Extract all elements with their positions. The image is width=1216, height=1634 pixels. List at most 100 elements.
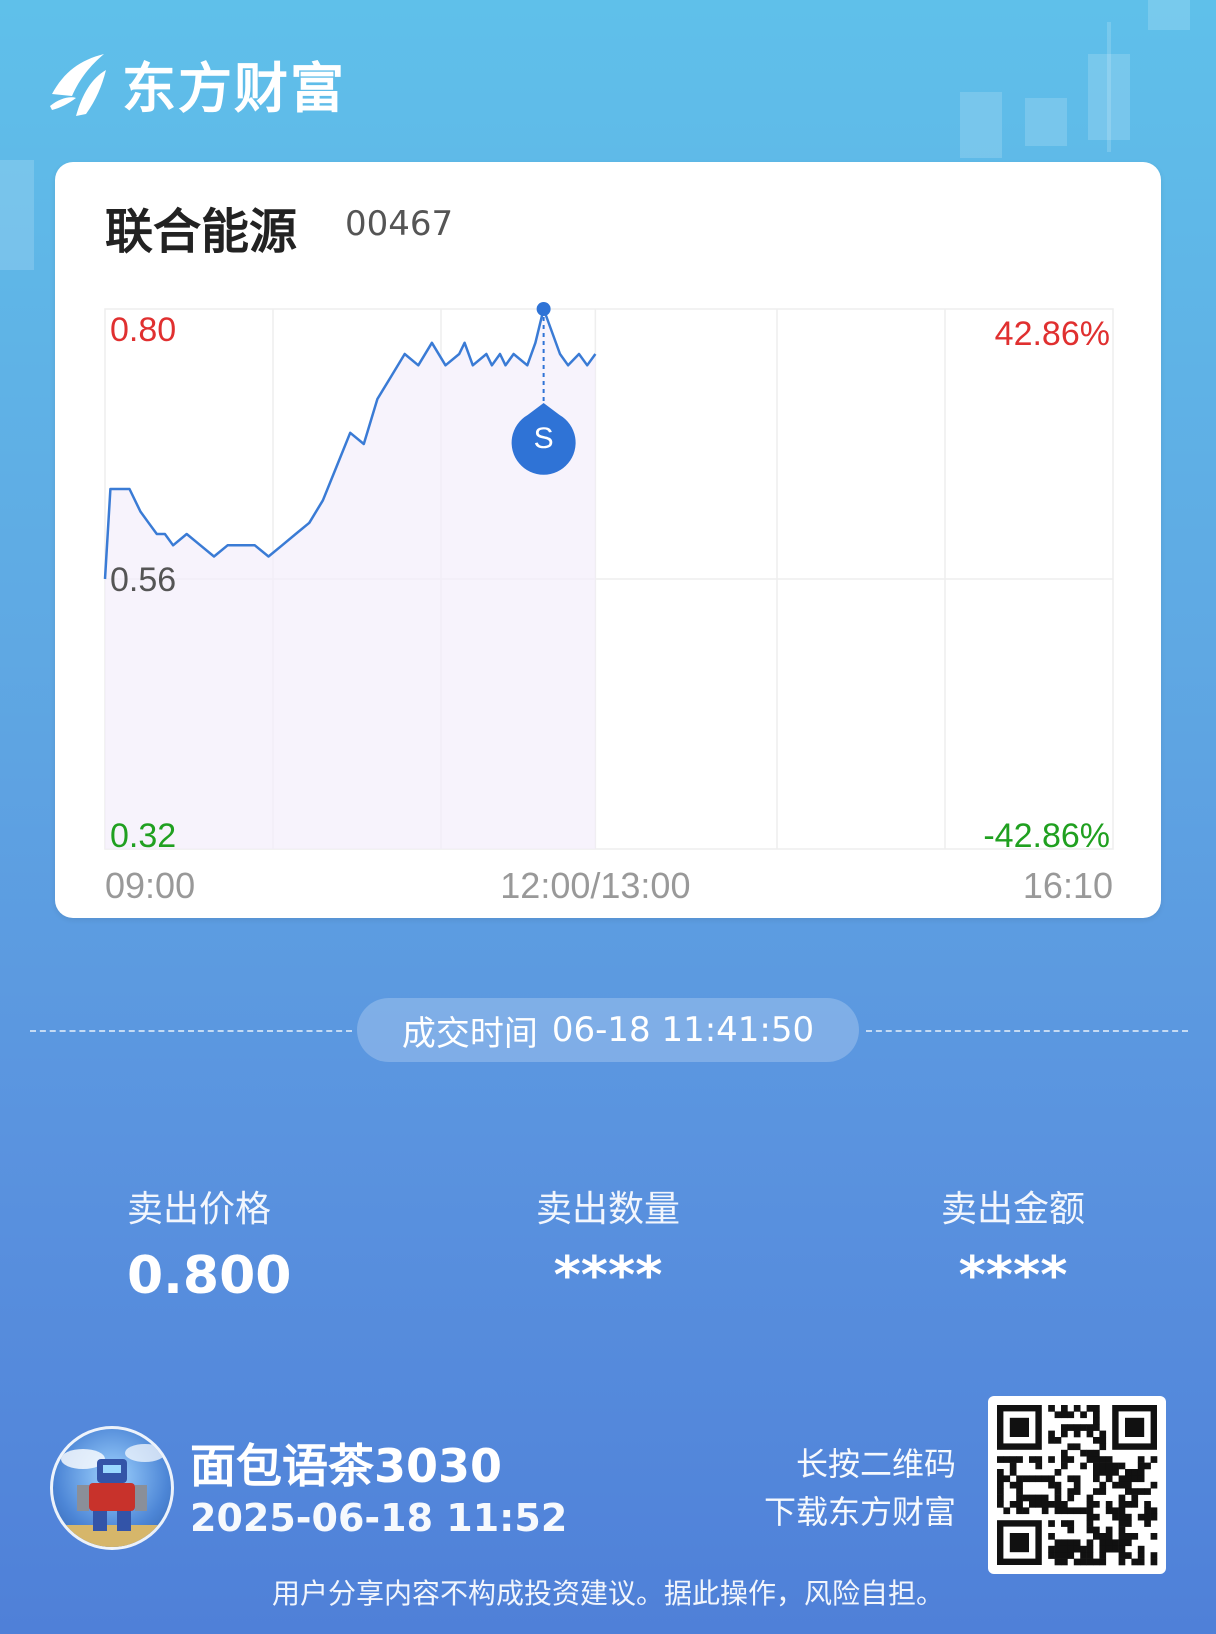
qr-module	[1125, 1539, 1132, 1547]
qr-module	[1125, 1501, 1132, 1508]
qr-module	[1054, 1437, 1062, 1444]
qr-module	[1125, 1469, 1132, 1476]
brand-icon	[50, 53, 106, 116]
qr-module	[1144, 1513, 1151, 1521]
qr-module	[1003, 1475, 1011, 1483]
qr-module	[1009, 1469, 1017, 1476]
qr-module	[1061, 1411, 1068, 1419]
qr-module	[1118, 1475, 1126, 1483]
qr-module	[1054, 1481, 1062, 1489]
qr-module	[1144, 1520, 1151, 1527]
qr-module	[1093, 1501, 1100, 1508]
brand-name: 东方财富	[122, 57, 346, 120]
qr-module	[997, 1475, 1004, 1483]
qr-module	[997, 1494, 1004, 1502]
qr-module	[1067, 1456, 1075, 1463]
qr-module	[1061, 1501, 1068, 1508]
qr-module	[1093, 1475, 1100, 1483]
qr-module	[1150, 1533, 1158, 1540]
qr-module	[1086, 1494, 1094, 1502]
metric-value: 0.800	[127, 1246, 292, 1306]
qr-module	[1067, 1520, 1075, 1527]
qr-module	[1061, 1539, 1068, 1547]
qr-module	[1029, 1475, 1036, 1483]
qr-module	[1061, 1430, 1068, 1438]
metric-sell-quantity: 卖出数量 ****	[448, 1180, 768, 1306]
qr-module	[1048, 1545, 1055, 1553]
qr-module	[1022, 1507, 1030, 1515]
qr-module	[1035, 1456, 1043, 1463]
qr-module	[1125, 1513, 1132, 1521]
qr-module	[1137, 1558, 1145, 1566]
y-tick-label: 0.56	[110, 561, 176, 599]
qr-module	[1086, 1513, 1094, 1521]
qr-module	[1118, 1481, 1126, 1489]
qr-module	[997, 1469, 1004, 1476]
qr-module	[1061, 1449, 1068, 1457]
qr-module	[1067, 1507, 1075, 1515]
qr-module	[1137, 1462, 1145, 1470]
qr-module	[1093, 1533, 1100, 1540]
qr-module	[1131, 1501, 1139, 1508]
qr-module	[1131, 1469, 1139, 1476]
qr-code[interactable]	[988, 1396, 1166, 1574]
qr-module	[1054, 1507, 1062, 1515]
qr-module	[1041, 1494, 1049, 1502]
metric-label: 卖出数量	[535, 1189, 680, 1230]
qr-module	[1137, 1552, 1145, 1559]
qr-module	[1150, 1552, 1158, 1559]
x-tick-label: 12:00/13:00	[500, 865, 690, 906]
qr-module	[1105, 1545, 1113, 1553]
qr-module	[1105, 1456, 1113, 1463]
qr-module	[1067, 1411, 1075, 1419]
qr-module	[997, 1501, 1004, 1508]
y-tick-label-right: 42.86%	[995, 315, 1110, 353]
qr-module	[1029, 1456, 1036, 1463]
stock-chart-card: 联合能源 00467 S 0.80 0.56 0.32 42.86% -42.86% 09:…	[55, 162, 1161, 918]
qr-module	[1067, 1424, 1075, 1431]
qr-module	[1137, 1475, 1145, 1483]
qr-module	[1118, 1462, 1126, 1470]
qr-module	[1118, 1494, 1126, 1502]
qr-module	[1125, 1552, 1132, 1559]
qr-module	[1112, 1481, 1119, 1489]
qr-module	[1067, 1488, 1075, 1495]
qr-module	[1054, 1411, 1062, 1419]
qr-module	[1125, 1520, 1132, 1527]
qr-module	[1112, 1545, 1119, 1553]
y-tick-label: 0.80	[110, 311, 176, 349]
qr-module	[1009, 1501, 1017, 1508]
divider-left	[30, 1030, 352, 1032]
qr-module	[1061, 1456, 1068, 1463]
qr-module	[1099, 1488, 1107, 1495]
disclaimer: 用户分享内容不构成投资建议。据此操作，风险自担。	[271, 1577, 944, 1610]
qr-module	[1086, 1449, 1094, 1457]
qr-module	[1073, 1424, 1081, 1431]
qr-module	[1080, 1462, 1087, 1470]
qr-module	[1073, 1405, 1081, 1412]
x-tick-label: 16:10	[1023, 865, 1113, 906]
qr-module	[1093, 1417, 1100, 1425]
metric-sell-price: 卖出价格 0.800	[127, 1180, 447, 1306]
trade-time-value: 06-18 11:41:50	[551, 1010, 815, 1050]
qr-module	[1150, 1456, 1158, 1463]
qr-module	[997, 1488, 1004, 1495]
qr-module	[1035, 1501, 1043, 1508]
qr-module	[1054, 1558, 1062, 1566]
qr-module	[1099, 1539, 1107, 1547]
qr-module	[1099, 1545, 1107, 1553]
qr-module	[1035, 1462, 1043, 1470]
qr-module	[1093, 1526, 1100, 1534]
background-candle	[1148, 0, 1190, 30]
user-name: 面包语茶3030	[190, 1439, 503, 1493]
x-tick-label: 09:00	[105, 865, 195, 906]
qr-module	[1099, 1533, 1107, 1540]
qr-module	[1041, 1475, 1049, 1483]
qr-module	[1035, 1494, 1043, 1502]
qr-module	[1054, 1545, 1062, 1553]
qr-module	[1125, 1475, 1132, 1483]
y-tick-label-right: -42.86%	[983, 817, 1110, 855]
qr-module	[1029, 1494, 1036, 1502]
qr-module	[1073, 1545, 1081, 1553]
qr-module	[1144, 1501, 1151, 1508]
